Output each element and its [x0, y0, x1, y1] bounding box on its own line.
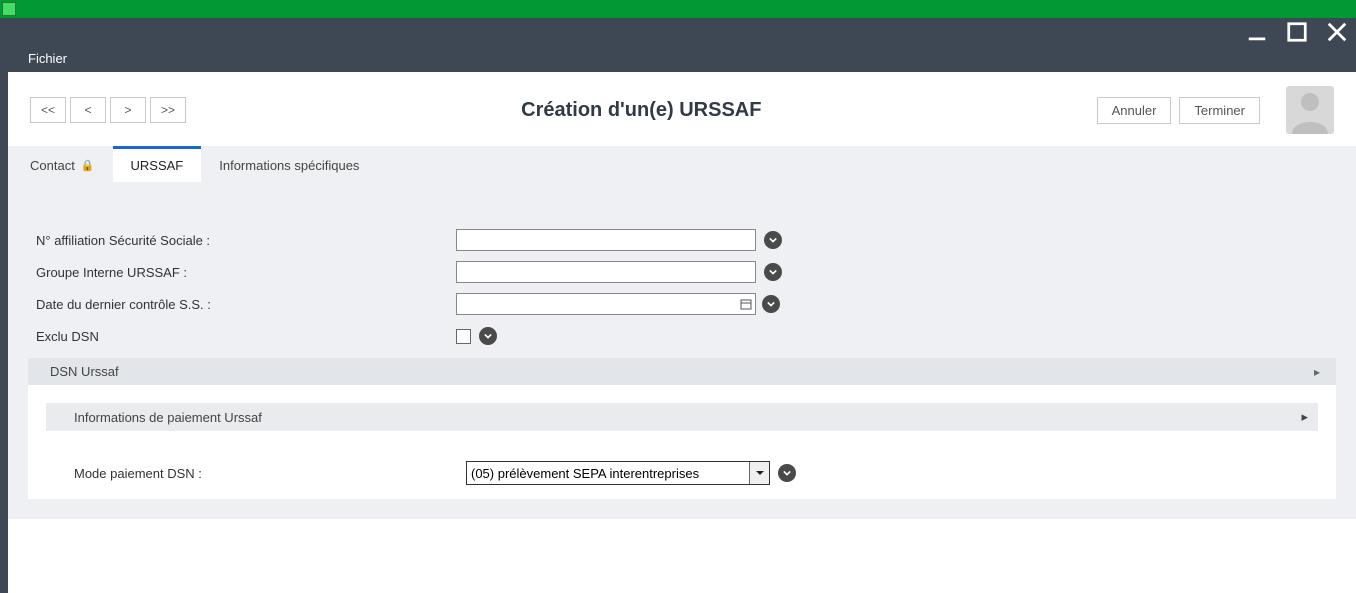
menubar: Fichier — [0, 45, 1356, 72]
chevron-down-icon[interactable] — [764, 263, 782, 281]
section-dsn-label: DSN Urssaf — [50, 364, 119, 379]
minimize-icon[interactable] — [1246, 21, 1268, 43]
content: << < > >> Création d'un(e) URSSAF Annule… — [0, 72, 1356, 593]
chevron-down-icon[interactable] — [778, 464, 796, 482]
tab-urssaf[interactable]: URSSAF — [113, 146, 202, 182]
chevron-down-icon[interactable] — [762, 295, 780, 313]
section-info-paiement-label: Informations de paiement Urssaf — [74, 410, 262, 425]
chevron-down-icon[interactable] — [764, 231, 782, 249]
row-groupe: Groupe Interne URSSAF : — [28, 256, 1336, 288]
groupe-label: Groupe Interne URSSAF : — [36, 265, 456, 280]
section-dsn-urssaf[interactable]: DSN Urssaf ▸ — [28, 358, 1336, 385]
toolbar: << < > >> Création d'un(e) URSSAF Annule… — [8, 72, 1356, 146]
menu-fichier[interactable]: Fichier — [22, 47, 73, 70]
mode-paiement-label: Mode paiement DSN : — [74, 466, 466, 481]
avatar — [1286, 86, 1334, 134]
groupe-input[interactable] — [456, 261, 756, 283]
chevron-right-icon: ▸ — [1314, 365, 1320, 379]
calendar-icon[interactable] — [738, 296, 754, 312]
action-buttons: Annuler Terminer — [1097, 97, 1260, 124]
affiliation-input[interactable] — [456, 229, 756, 251]
mode-paiement-select-wrap — [466, 461, 770, 485]
window-controls — [0, 18, 1356, 45]
row-date: Date du dernier contrôle S.S. : — [28, 288, 1336, 320]
date-label: Date du dernier contrôle S.S. : — [36, 297, 456, 312]
exclu-label: Exclu DSN — [36, 329, 456, 344]
titlebar — [0, 0, 1356, 18]
page-title: Création d'un(e) URSSAF — [194, 99, 1089, 122]
tab-contact[interactable]: Contact 🔒 — [12, 146, 113, 182]
close-icon[interactable] — [1326, 21, 1348, 43]
chevron-down-icon[interactable] — [479, 327, 497, 345]
tabs: Contact 🔒 URSSAF Informations spécifique… — [8, 146, 1356, 182]
row-mode-paiement: Mode paiement DSN : — [46, 431, 1318, 495]
nav-first-button[interactable]: << — [30, 97, 66, 123]
nav-buttons: << < > >> — [30, 97, 186, 123]
nav-next-button[interactable]: > — [110, 97, 146, 123]
section-info-paiement[interactable]: Informations de paiement Urssaf ▸ — [46, 403, 1318, 431]
row-exclu: Exclu DSN — [28, 320, 1336, 352]
nav-prev-button[interactable]: < — [70, 97, 106, 123]
lock-icon: 🔒 — [81, 159, 95, 172]
tab-info-spec-label: Informations spécifiques — [219, 158, 359, 173]
cancel-button[interactable]: Annuler — [1097, 97, 1172, 124]
tab-urssaf-label: URSSAF — [131, 158, 184, 173]
exclu-checkbox[interactable] — [456, 329, 471, 344]
form-area: N° affiliation Sécurité Sociale : Groupe… — [8, 182, 1356, 519]
tab-info-spec[interactable]: Informations spécifiques — [201, 146, 377, 182]
affiliation-label: N° affiliation Sécurité Sociale : — [36, 233, 456, 248]
finish-button[interactable]: Terminer — [1179, 97, 1260, 124]
maximize-icon[interactable] — [1286, 21, 1308, 43]
date-input[interactable] — [456, 293, 756, 315]
app-icon — [2, 2, 16, 16]
subsection-wrap: Informations de paiement Urssaf ▸ Mode p… — [28, 385, 1336, 499]
mode-paiement-select[interactable] — [466, 461, 770, 485]
row-affiliation: N° affiliation Sécurité Sociale : — [28, 224, 1336, 256]
nav-last-button[interactable]: >> — [150, 97, 186, 123]
tab-contact-label: Contact — [30, 158, 75, 173]
chevron-right-icon: ▸ — [1301, 409, 1308, 425]
